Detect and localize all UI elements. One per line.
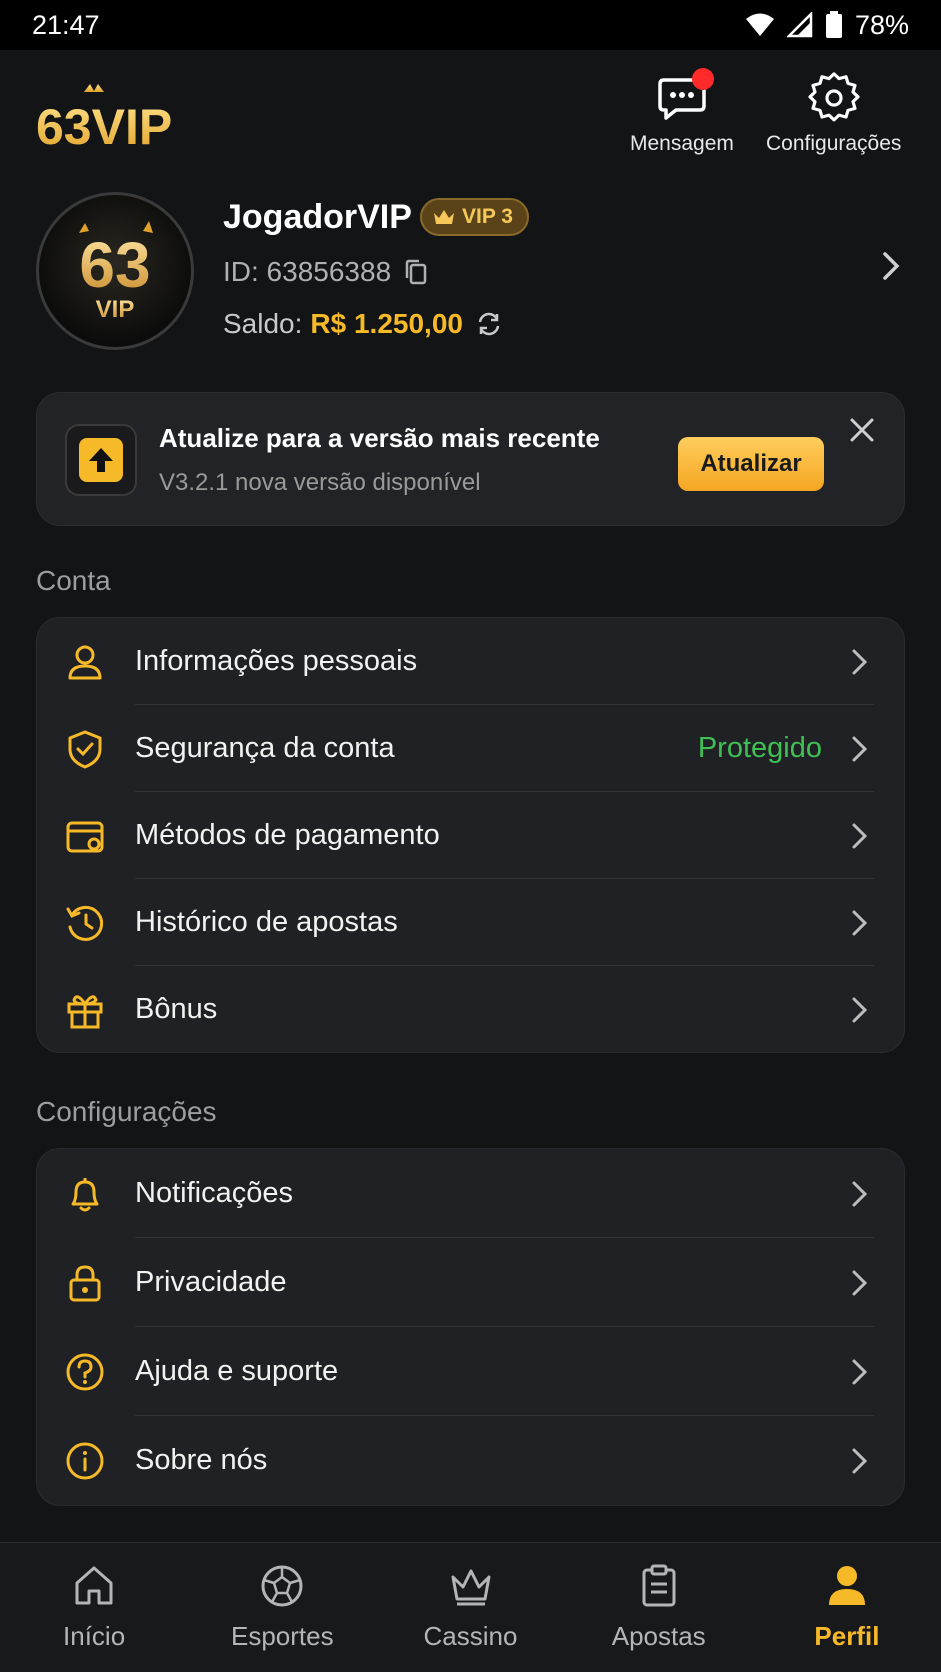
status-bar: 21:47 78% bbox=[0, 0, 941, 50]
bottom-navigation: Início Esportes Cassino Apostas Perfil bbox=[0, 1542, 941, 1672]
user-id-text: ID: 63856388 bbox=[223, 256, 392, 287]
menu-item-payment-methods[interactable]: Métodos de pagamento bbox=[37, 792, 904, 879]
status-time: 21:47 bbox=[32, 9, 100, 40]
update-title: Atualize para a versão mais recente bbox=[159, 423, 600, 453]
help-icon bbox=[66, 1353, 104, 1390]
avatar[interactable]: 63 VIP bbox=[36, 192, 194, 350]
cellular-signal-icon bbox=[786, 12, 813, 38]
menu-item-bet-history[interactable]: Histórico de apostas bbox=[37, 879, 904, 966]
avatar-number: 63 bbox=[79, 229, 150, 301]
vip-level-badge: VIP 3 bbox=[420, 198, 529, 236]
nav-item-sports[interactable]: Esportes bbox=[188, 1543, 376, 1672]
messages-label: Mensagem bbox=[630, 132, 734, 155]
messages-button[interactable]: Mensagem bbox=[630, 68, 734, 156]
menu-item-bonus[interactable]: Bônus bbox=[37, 966, 904, 1053]
settings-button[interactable]: Configurações bbox=[766, 72, 901, 156]
info-icon bbox=[66, 1442, 104, 1479]
chevron-right-icon bbox=[852, 997, 868, 1022]
update-banner: Atualize para a versão mais recente V3.2… bbox=[36, 392, 905, 526]
crown-icon bbox=[434, 210, 454, 224]
person-icon bbox=[828, 1566, 865, 1605]
username: JogadorVIP bbox=[223, 198, 412, 236]
chevron-right-icon[interactable] bbox=[881, 250, 901, 282]
nav-item-label: Início bbox=[63, 1621, 126, 1651]
nav-item-home[interactable]: Início bbox=[0, 1543, 188, 1672]
home-icon bbox=[75, 1566, 113, 1605]
svg-text:63VIP: 63VIP bbox=[36, 99, 172, 154]
wallet-icon bbox=[66, 821, 104, 852]
nav-item-casino[interactable]: Cassino bbox=[376, 1543, 564, 1672]
user-icon bbox=[68, 645, 102, 679]
menu-item-personal-info[interactable]: Informações pessoais bbox=[37, 618, 904, 705]
history-icon bbox=[66, 905, 104, 941]
menu-item-label: Segurança da conta bbox=[135, 732, 395, 764]
soccer-ball-icon bbox=[261, 1565, 303, 1607]
refresh-icon[interactable] bbox=[475, 310, 503, 338]
section-title-settings: Configurações bbox=[36, 1096, 217, 1127]
nav-item-label: Esportes bbox=[231, 1621, 334, 1651]
vip-level-text: VIP 3 bbox=[462, 205, 513, 228]
menu-item-label: Notificações bbox=[135, 1177, 293, 1209]
avatar-logo-icon: 63 VIP bbox=[79, 221, 153, 323]
section-title-account: Conta bbox=[36, 565, 111, 596]
profile-summary[interactable]: 63 VIP JogadorVIP VIP 3 ID: 63856388 Sal… bbox=[0, 190, 941, 360]
chevron-right-icon bbox=[852, 736, 868, 761]
nav-item-label: Apostas bbox=[611, 1621, 706, 1651]
account-menu: Informações pessoais Segurança da conta … bbox=[36, 617, 905, 1053]
menu-item-about-us[interactable]: Sobre nós bbox=[37, 1416, 904, 1505]
notification-dot bbox=[691, 68, 714, 90]
clipboard-icon bbox=[642, 1564, 676, 1607]
copy-icon[interactable] bbox=[403, 258, 429, 286]
gift-icon bbox=[67, 994, 103, 1028]
gear-icon bbox=[808, 72, 860, 122]
close-icon[interactable] bbox=[845, 413, 879, 447]
update-subtitle: V3.2.1 nova versão disponível bbox=[159, 469, 481, 496]
update-app-icon bbox=[65, 424, 137, 496]
menu-item-label: Histórico de apostas bbox=[135, 906, 398, 938]
balance: Saldo: R$ 1.250,00 bbox=[223, 308, 503, 340]
avatar-vip-text: VIP bbox=[96, 296, 135, 323]
nav-item-bets[interactable]: Apostas bbox=[565, 1543, 753, 1672]
battery-percent: 78% bbox=[854, 9, 909, 40]
menu-item-help-support[interactable]: Ajuda e suporte bbox=[37, 1327, 904, 1416]
app-header: 63VIP Mensagem Configurações bbox=[0, 50, 941, 180]
wifi-icon bbox=[745, 13, 774, 36]
menu-item-label: Ajuda e suporte bbox=[135, 1355, 339, 1387]
chevron-right-icon bbox=[852, 910, 868, 935]
settings-menu: Notificações Privacidade Ajuda e suporte… bbox=[36, 1148, 905, 1506]
menu-item-label: Informações pessoais bbox=[135, 645, 418, 677]
menu-item-label: Privacidade bbox=[135, 1266, 287, 1298]
chevron-right-icon bbox=[852, 1270, 868, 1295]
security-status: Protegido bbox=[697, 732, 822, 764]
chevron-right-icon bbox=[852, 649, 868, 674]
arrow-up-icon bbox=[89, 448, 113, 472]
menu-item-label: Métodos de pagamento bbox=[135, 819, 440, 851]
menu-item-account-security[interactable]: Segurança da conta Protegido bbox=[37, 705, 904, 792]
brand-logo[interactable]: 63VIP bbox=[36, 82, 206, 154]
nav-item-label: Perfil bbox=[814, 1621, 880, 1651]
chevron-right-icon bbox=[852, 1359, 868, 1384]
menu-item-label: Bônus bbox=[135, 993, 218, 1025]
update-button[interactable]: Atualizar bbox=[678, 437, 824, 491]
settings-label: Configurações bbox=[766, 132, 902, 155]
chevron-right-icon bbox=[852, 1181, 868, 1206]
nav-item-label: Cassino bbox=[423, 1621, 518, 1651]
chevron-right-icon bbox=[852, 1448, 868, 1473]
lock-icon bbox=[69, 1264, 101, 1301]
bell-icon bbox=[71, 1177, 99, 1211]
chevron-right-icon bbox=[852, 823, 868, 848]
menu-item-privacy[interactable]: Privacidade bbox=[37, 1238, 904, 1327]
battery-icon bbox=[825, 11, 842, 38]
menu-item-notifications[interactable]: Notificações bbox=[37, 1149, 904, 1238]
balance-label: Saldo: bbox=[223, 308, 303, 339]
balance-amount: R$ 1.250,00 bbox=[310, 308, 463, 339]
user-id: ID: 63856388 bbox=[223, 256, 429, 288]
menu-item-label: Sobre nós bbox=[135, 1444, 268, 1476]
crown-icon bbox=[451, 1569, 490, 1606]
nav-item-profile[interactable]: Perfil bbox=[753, 1543, 941, 1672]
shield-icon bbox=[68, 730, 102, 768]
